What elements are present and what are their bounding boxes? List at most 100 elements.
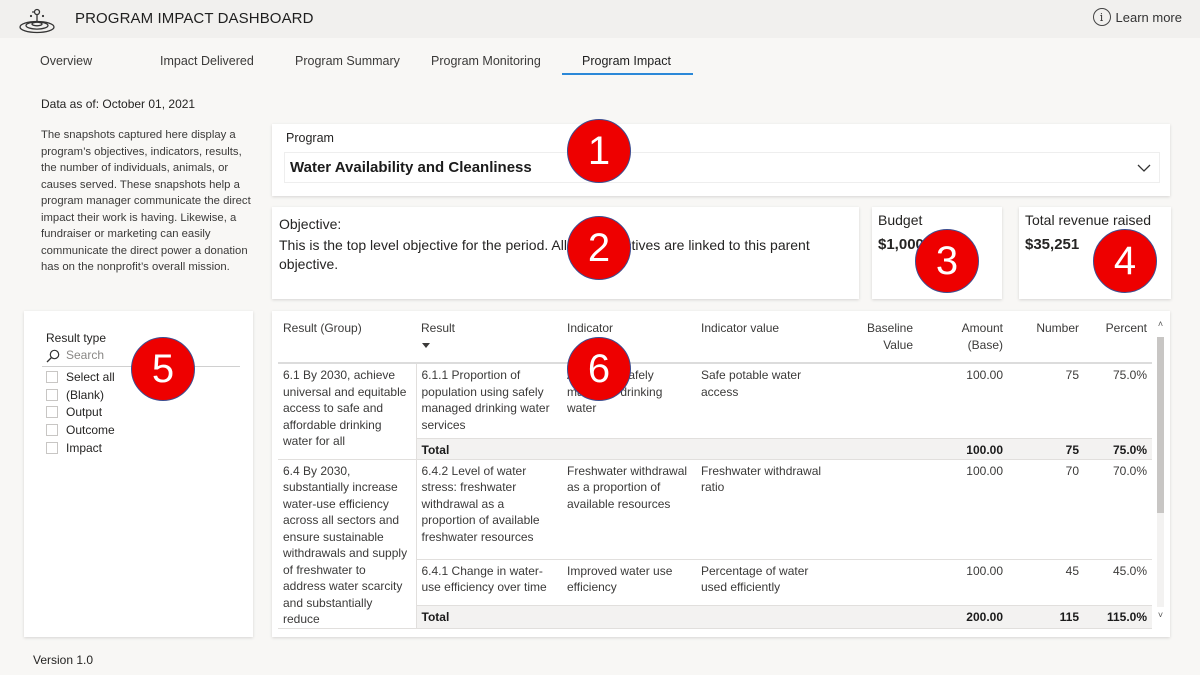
table-row: 6.4 By 2030, substantially increase wate…	[278, 459, 1152, 629]
number-cell: 45	[1008, 559, 1084, 606]
result-cell: 6.1.1 Proportion of population using saf…	[416, 363, 562, 439]
slicer-option-blank[interactable]: (Blank)	[46, 386, 115, 404]
revenue-label: Total revenue raised	[1025, 212, 1152, 228]
program-filter-label: Program	[286, 131, 334, 145]
slicer-option-output[interactable]: Output	[46, 403, 115, 421]
slicer-options: Select all (Blank) Output Outcome Impact	[46, 368, 115, 456]
indicator-value-cell: Safe potable water access	[696, 363, 836, 439]
total-number: 75	[1008, 438, 1084, 460]
checkbox[interactable]	[46, 388, 58, 401]
scroll-track[interactable]	[1157, 337, 1164, 607]
column-header-result[interactable]: Result	[416, 318, 562, 364]
option-label: Output	[66, 405, 103, 420]
active-tab-indicator	[562, 73, 693, 75]
search-icon	[46, 349, 60, 363]
result-group-cell: 6.1 By 2030, achieve universal and equit…	[278, 363, 417, 460]
percent-cell: 45.0%	[1084, 559, 1152, 606]
scroll-thumb[interactable]	[1157, 337, 1164, 513]
column-header-amount-base[interactable]: Amount (Base)	[918, 318, 1008, 364]
percent-cell: 75.0%	[1084, 363, 1152, 439]
program-filter-card: Program Water Availability and Cleanline…	[272, 124, 1170, 196]
budget-label: Budget	[878, 212, 923, 228]
checkbox[interactable]	[46, 370, 58, 383]
objective-card: Objective: This is the top level objecti…	[272, 207, 859, 299]
info-icon: i	[1092, 8, 1111, 26]
table-row: 6.1 By 2030, achieve universal and equit…	[278, 363, 1152, 460]
indicator-cell: Improved water use efficiency	[562, 559, 696, 606]
result-cell: 6.4.1 Change in water-use efficiency ove…	[416, 559, 562, 606]
amount-cell: 100.00	[918, 459, 1008, 560]
learn-more-button[interactable]: i Learn more	[1092, 8, 1182, 26]
empty-cell	[562, 605, 696, 629]
amount-cell: 100.00	[918, 363, 1008, 439]
indicator-value-cell: Freshwater withdrawal ratio	[696, 459, 836, 560]
callout-marker-3: 3	[915, 229, 979, 293]
callout-marker-4: 4	[1093, 229, 1157, 293]
result-cell: 6.4.2 Level of water stress: freshwater …	[416, 459, 562, 560]
program-dropdown[interactable]: Water Availability and Cleanliness	[284, 152, 1160, 183]
tab-program-summary[interactable]: Program Summary	[295, 54, 400, 68]
callout-marker-6: 6	[567, 337, 631, 401]
option-label: (Blank)	[66, 387, 105, 402]
column-header-result-group[interactable]: Result (Group)	[278, 318, 416, 364]
empty-cell	[836, 438, 918, 460]
number-cell: 70	[1008, 459, 1084, 560]
column-header-number[interactable]: Number	[1008, 318, 1084, 364]
option-label: Select all	[66, 369, 115, 384]
app-title: PROGRAM IMPACT DASHBOARD	[75, 10, 314, 27]
empty-cell	[696, 605, 836, 629]
slicer-title: Result type	[46, 331, 107, 345]
number-cell: 75	[1008, 363, 1084, 439]
empty-cell	[836, 605, 918, 629]
callout-marker-1: 1	[567, 119, 631, 183]
tab-overview[interactable]: Overview	[40, 54, 92, 68]
total-amount: 200.00	[918, 605, 1008, 629]
slicer-option-select-all[interactable]: Select all	[46, 368, 115, 386]
tab-program-monitoring[interactable]: Program Monitoring	[431, 54, 541, 68]
total-number: 115	[1008, 605, 1084, 629]
tab-impact-delivered[interactable]: Impact Delivered	[160, 54, 254, 68]
empty-cell	[562, 438, 696, 460]
column-header-indicator-value[interactable]: Indicator value	[696, 318, 836, 364]
callout-marker-2: 2	[567, 216, 631, 280]
baseline-cell	[836, 459, 918, 560]
baseline-cell	[836, 363, 918, 439]
revenue-value: $35,251	[1025, 236, 1080, 253]
table-scrollbar[interactable]: ˄ ˅	[1156, 319, 1165, 624]
table-header-row: Result (Group) Result Indicator Indicato…	[278, 318, 1152, 364]
result-group-cell: 6.4 By 2030, substantially increase wate…	[278, 459, 417, 629]
learn-more-label: Learn more	[1115, 9, 1182, 25]
total-percent: 115.0%	[1084, 605, 1152, 629]
checkbox[interactable]	[46, 406, 58, 419]
slicer-option-outcome[interactable]: Outcome	[46, 421, 115, 439]
checkbox[interactable]	[46, 441, 58, 454]
chevron-down-icon	[1137, 164, 1151, 172]
scroll-down-icon[interactable]: ˅	[1156, 610, 1165, 624]
page-description: The snapshots captured here display a pr…	[41, 129, 251, 273]
column-header-baseline-value[interactable]: Baseline Value	[836, 318, 918, 364]
callout-marker-5: 5	[131, 337, 195, 401]
baseline-cell	[836, 559, 918, 606]
slicer-option-impact[interactable]: Impact	[46, 439, 115, 457]
total-label: Total	[416, 605, 562, 629]
top-bar: PROGRAM IMPACT DASHBOARD i Learn more	[0, 0, 1200, 38]
column-header-percent[interactable]: Percent	[1084, 318, 1152, 364]
results-table: Result (Group) Result Indicator Indicato…	[278, 318, 1152, 629]
option-label: Impact	[66, 440, 103, 455]
indicator-value-cell: Percentage of water used efficiently	[696, 559, 836, 606]
amount-cell: 100.00	[918, 559, 1008, 606]
total-percent: 75.0%	[1084, 438, 1152, 460]
page-tabs: Overview Impact Delivered Program Summar…	[0, 48, 1200, 76]
program-selected-value: Water Availability and Cleanliness	[290, 159, 532, 176]
percent-cell: 70.0%	[1084, 459, 1152, 560]
data-as-of-date: Data as of: October 01, 2021	[41, 97, 196, 111]
tab-program-impact[interactable]: Program Impact	[582, 54, 671, 68]
total-label: Total	[416, 438, 562, 460]
water-drop-ripple-icon	[19, 8, 55, 34]
checkbox[interactable]	[46, 423, 58, 436]
scroll-up-icon[interactable]: ˄	[1156, 319, 1165, 333]
results-table-card: Result (Group) Result Indicator Indicato…	[272, 311, 1170, 637]
version-label: Version 1.0	[33, 653, 94, 667]
empty-cell	[696, 438, 836, 460]
total-amount: 100.00	[918, 438, 1008, 460]
